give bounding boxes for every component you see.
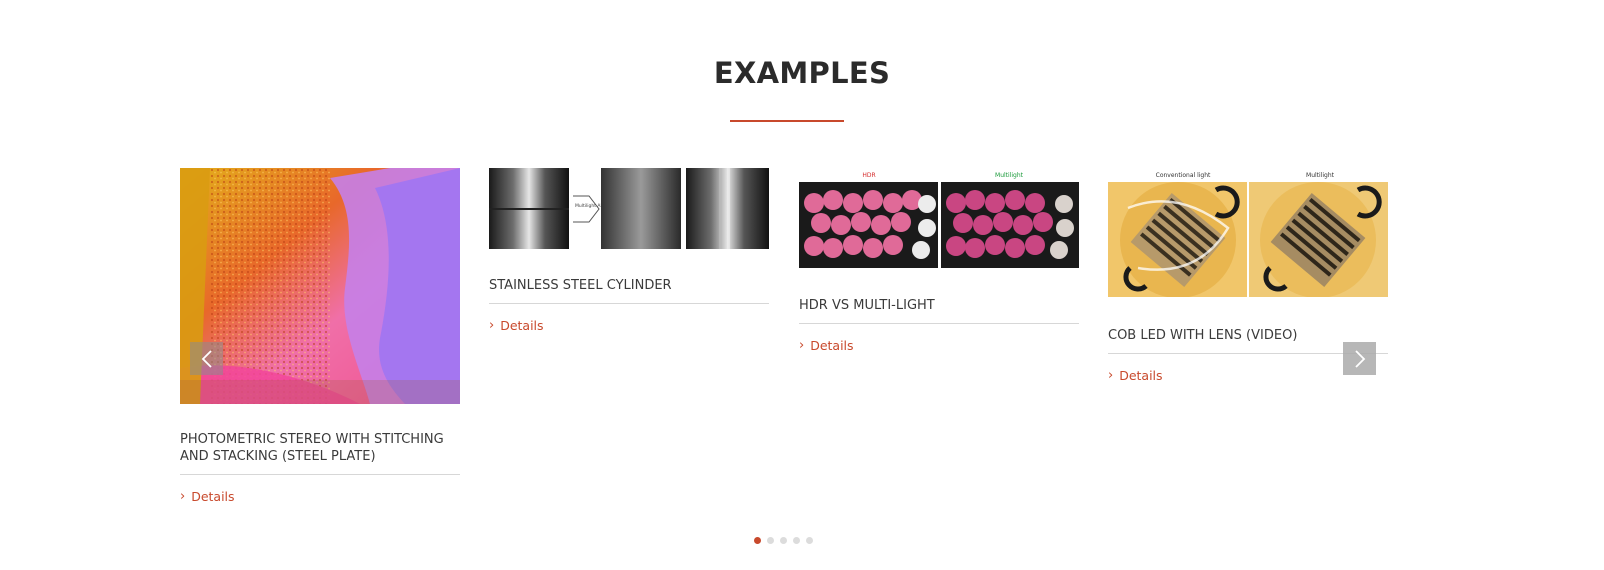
card-title: HDR VS MULTI-LIGHT — [799, 297, 1079, 324]
details-label: Details — [1119, 368, 1163, 383]
details-link[interactable]: › Details — [799, 338, 854, 353]
chevron-right-icon: › — [799, 338, 805, 353]
pagination-dot-2[interactable] — [767, 537, 774, 544]
chevron-right-icon — [1354, 349, 1365, 368]
hdr-label: HDR — [862, 172, 875, 179]
details-label: Details — [191, 489, 235, 504]
section-title: EXAMPLES — [713, 56, 891, 90]
pagination-dot-1[interactable] — [754, 537, 761, 544]
pagination-dot-4[interactable] — [793, 537, 800, 544]
hdr-vs-multilight-image[interactable]: HDR Multilight — [799, 168, 1079, 268]
details-label: Details — [500, 318, 544, 333]
multilight-label: Multilight — [995, 172, 1024, 179]
title-underline — [730, 120, 844, 122]
details-label: Details — [810, 338, 854, 353]
details-link[interactable]: › Details — [1108, 368, 1163, 383]
card-title: STAINLESS STEEL CYLINDER — [489, 277, 769, 304]
chevron-right-icon: › — [180, 489, 186, 504]
card-title: PHOTOMETRIC STEREO WITH STITCHING AND ST… — [180, 431, 460, 475]
conventional-light-label: Conventional light — [1156, 172, 1211, 179]
multilight-label: Multilight — [1306, 172, 1335, 179]
carousel-pagination — [754, 537, 813, 544]
pagination-dot-3[interactable] — [780, 537, 787, 544]
carousel-next-button[interactable] — [1343, 342, 1376, 375]
example-card-hdr-multilight: HDR Multilight HDR VS MULTI-LIGHT › Deta… — [799, 168, 1079, 354]
chevron-left-icon — [201, 349, 212, 368]
cob-led-image[interactable]: Conventional light Multilight — [1108, 168, 1388, 297]
chevron-right-icon: › — [1108, 368, 1114, 383]
stainless-cylinder-image[interactable]: Multilight Algorithm — [489, 168, 769, 249]
chevron-right-icon: › — [489, 318, 495, 333]
details-link[interactable]: › Details — [180, 489, 235, 504]
details-link[interactable]: › Details — [489, 318, 544, 333]
pagination-dot-5[interactable] — [806, 537, 813, 544]
carousel-prev-button[interactable] — [190, 342, 223, 375]
example-card-photometric-stereo: PHOTOMETRIC STEREO WITH STITCHING AND ST… — [180, 168, 460, 505]
example-card-stainless-cylinder: Multilight Algorithm STAINLESS STEEL CYL… — [489, 168, 769, 334]
